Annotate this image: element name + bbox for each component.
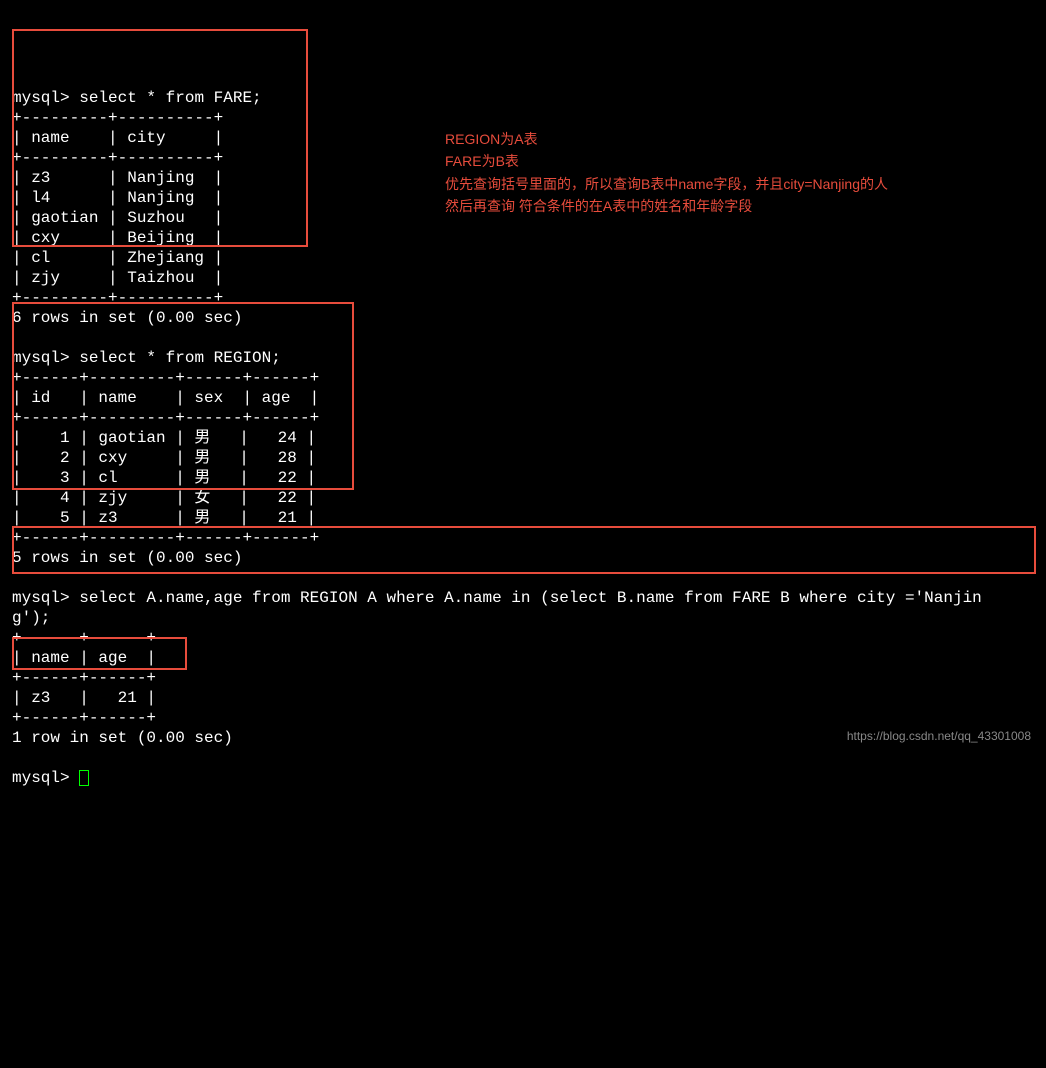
table-border: +---------+----------+ xyxy=(12,149,223,167)
table-row: | z3 | 21 | xyxy=(12,689,156,707)
mysql-prompt: mysql> xyxy=(12,769,79,787)
table-row: | cxy | Beijing | xyxy=(12,229,223,247)
table-row: | z3 | Nanjing | xyxy=(12,169,223,187)
table-row: | l4 | Nanjing | xyxy=(12,189,223,207)
table-border: +------+------+ xyxy=(12,669,156,687)
result-status: 1 row in set (0.00 sec) xyxy=(12,729,233,747)
sql-query-region: select * from REGION; xyxy=(79,349,281,367)
table-row: | gaotian | Suzhou | xyxy=(12,209,223,227)
table-border: +------+---------+------+------+ xyxy=(12,369,319,387)
table-header: | name | city | xyxy=(12,129,223,147)
annotation-line: 然后再查询 符合条件的在A表中的姓名和年龄字段 xyxy=(445,195,888,217)
mysql-prompt: mysql> xyxy=(12,589,79,607)
table-row: | zjy | Taizhou | xyxy=(12,269,223,287)
table-border: +------+------+ xyxy=(12,629,156,647)
table-row: | cl | Zhejiang | xyxy=(12,249,223,267)
table-border: +------+---------+------+------+ xyxy=(12,529,319,547)
table-border: +------+------+ xyxy=(12,709,156,727)
table-row: | 4 | zjy | 女 | 22 | xyxy=(12,489,316,507)
sql-query-join: select A.name,age from REGION A where A.… xyxy=(79,589,982,607)
table-row: | 2 | cxy | 男 | 28 | xyxy=(12,449,316,467)
mysql-prompt: mysql> xyxy=(12,89,79,107)
table-header: | id | name | sex | age | xyxy=(12,389,319,407)
table-row: | 3 | cl | 男 | 22 | xyxy=(12,469,316,487)
result-status: 6 rows in set (0.00 sec) xyxy=(12,309,242,327)
watermark-text: https://blog.csdn.net/qq_43301008 xyxy=(847,729,1031,744)
sql-query-fare: select * from FARE; xyxy=(79,89,261,107)
result-status: 5 rows in set (0.00 sec) xyxy=(12,549,242,567)
table-border: +---------+----------+ xyxy=(12,109,223,127)
table-border: +------+---------+------+------+ xyxy=(12,409,319,427)
mysql-prompt: mysql> xyxy=(12,349,79,367)
table-row: | 1 | gaotian | 男 | 24 | xyxy=(12,429,316,447)
annotation-text: REGION为A表 FARE为B表 优先查询括号里面的，所以查询B表中name字… xyxy=(445,128,888,218)
table-row: | 5 | z3 | 男 | 21 | xyxy=(12,509,316,527)
annotation-line: REGION为A表 xyxy=(445,128,888,150)
table-header: | name | age | xyxy=(12,649,156,667)
cursor-icon[interactable] xyxy=(79,770,89,786)
table-border: +---------+----------+ xyxy=(12,289,223,307)
sql-query-join-cont: g'); xyxy=(12,609,50,627)
annotation-line: 优先查询括号里面的，所以查询B表中name字段，并且city=Nanjing的人 xyxy=(445,173,888,195)
annotation-line: FARE为B表 xyxy=(445,150,888,172)
